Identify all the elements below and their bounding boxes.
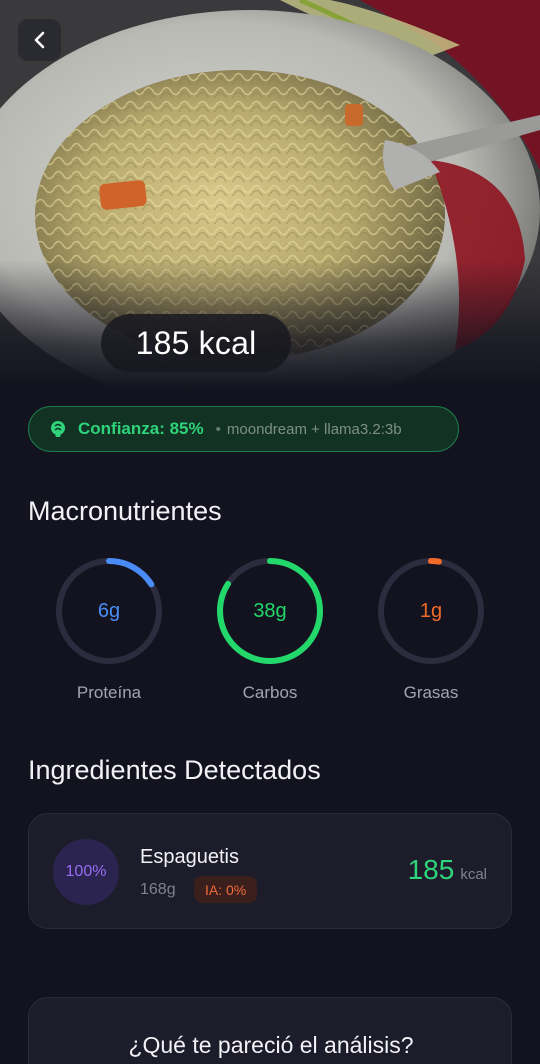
macro-label: Proteína bbox=[76, 683, 142, 702]
macro-carbos: 38g Carbos bbox=[214, 555, 326, 703]
macro-label: Carbos bbox=[242, 683, 298, 702]
back-button[interactable] bbox=[18, 19, 61, 61]
chevron-left-icon bbox=[34, 31, 44, 49]
macro-value: 38g bbox=[253, 599, 287, 622]
ia-badge: IA: 0% bbox=[194, 876, 258, 903]
ingredient-kcal-unit: kcal bbox=[460, 866, 487, 883]
macros-title: Macronutrientes bbox=[28, 496, 222, 526]
brain-icon bbox=[51, 421, 65, 437]
macro-label: Grasas bbox=[403, 683, 459, 702]
macro-value: 6g bbox=[97, 599, 121, 622]
ingredient-name: Espaguetis bbox=[140, 846, 239, 868]
ingredient-calories: 185 kcal bbox=[408, 854, 487, 886]
macro-value: 1g bbox=[419, 599, 443, 622]
ingredient-card[interactable]: 100% Espaguetis 168g IA: 0% 185 kcal bbox=[28, 813, 512, 929]
feedback-card: ¿Qué te pareció el análisis? bbox=[28, 997, 512, 1064]
ingredient-kcal-value: 185 bbox=[407, 854, 455, 885]
food-photo-hero: 185 kcal bbox=[0, 0, 540, 390]
confidence-label: Confianza: 85% bbox=[78, 419, 204, 438]
confidence-badge: Confianza: 85% • moondream + llama3.2:3b bbox=[28, 406, 459, 452]
ingredient-weight: 168g bbox=[140, 881, 176, 898]
ingredient-percent: 100% bbox=[53, 839, 119, 905]
feedback-title: ¿Qué te pareció el análisis? bbox=[128, 1032, 414, 1058]
model-name: moondream + llama3.2:3b bbox=[226, 420, 402, 438]
macro-grasas: 1g Grasas bbox=[375, 555, 487, 703]
ingredients-title: Ingredientes Detectados bbox=[28, 755, 321, 785]
macro-proteina: 6g Proteína bbox=[53, 555, 165, 703]
calories-badge: 185 kcal bbox=[101, 314, 291, 372]
confidence-separator: • bbox=[215, 420, 221, 438]
